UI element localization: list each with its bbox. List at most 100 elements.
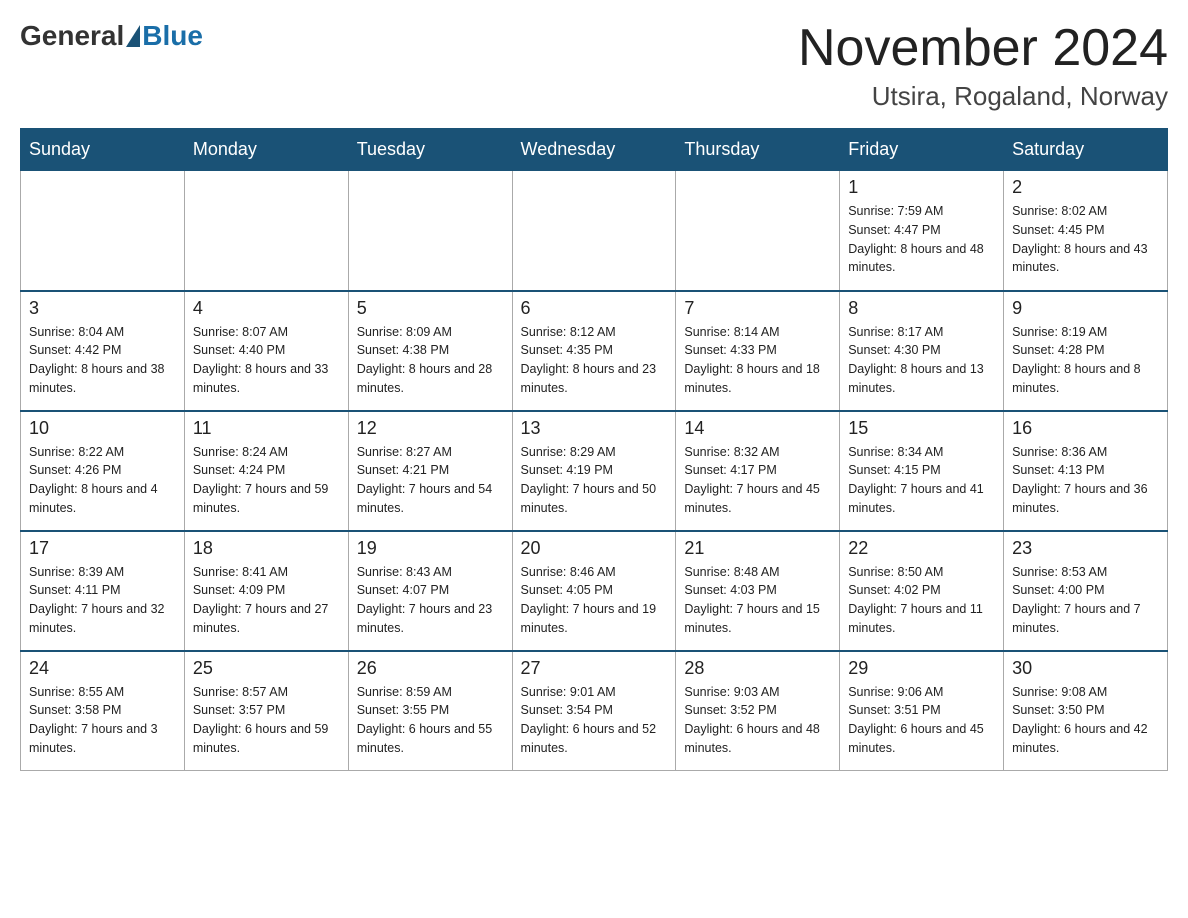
calendar-table: SundayMondayTuesdayWednesdayThursdayFrid…	[20, 128, 1168, 771]
day-number: 6	[521, 298, 668, 319]
day-info: Sunrise: 8:14 AMSunset: 4:33 PMDaylight:…	[684, 323, 831, 398]
day-cell: 2 Sunrise: 8:02 AMSunset: 4:45 PMDaylight…	[1004, 171, 1168, 291]
day-number: 1	[848, 177, 995, 198]
day-info: Sunrise: 8:41 AMSunset: 4:09 PMDaylight:…	[193, 563, 340, 638]
day-cell: 6 Sunrise: 8:12 AMSunset: 4:35 PMDaylight…	[512, 291, 676, 411]
day-number: 5	[357, 298, 504, 319]
day-info: Sunrise: 8:17 AMSunset: 4:30 PMDaylight:…	[848, 323, 995, 398]
day-cell: 11 Sunrise: 8:24 AMSunset: 4:24 PMDayligh…	[184, 411, 348, 531]
day-cell: 25Sunrise: 8:57 AMSunset: 3:57 PMDayligh…	[184, 651, 348, 771]
logo: General Blue	[20, 20, 203, 52]
day-number: 19	[357, 538, 504, 559]
day-number: 4	[193, 298, 340, 319]
day-cell: 23 Sunrise: 8:53 AMSunset: 4:00 PMDayligh…	[1004, 531, 1168, 651]
header-cell-monday: Monday	[184, 129, 348, 171]
day-number: 24	[29, 658, 176, 679]
logo-area: General Blue	[20, 20, 203, 52]
day-info: Sunrise: 8:07 AMSunset: 4:40 PMDaylight:…	[193, 323, 340, 398]
header-cell-wednesday: Wednesday	[512, 129, 676, 171]
day-cell: 12 Sunrise: 8:27 AMSunset: 4:21 PMDayligh…	[348, 411, 512, 531]
logo-blue-text: Blue	[142, 20, 203, 52]
day-cell: 10Sunrise: 8:22 AMSunset: 4:26 PMDayligh…	[21, 411, 185, 531]
week-row-1: 1 Sunrise: 7:59 AMSunset: 4:47 PMDaylight…	[21, 171, 1168, 291]
day-cell	[676, 171, 840, 291]
week-row-3: 10Sunrise: 8:22 AMSunset: 4:26 PMDayligh…	[21, 411, 1168, 531]
page-header: General Blue November 2024 Utsira, Rogal…	[20, 20, 1168, 112]
header-cell-friday: Friday	[840, 129, 1004, 171]
logo-general-text: General	[20, 20, 124, 52]
day-info: Sunrise: 7:59 AMSunset: 4:47 PMDaylight:…	[848, 202, 995, 277]
day-number: 10	[29, 418, 176, 439]
header-cell-tuesday: Tuesday	[348, 129, 512, 171]
day-number: 26	[357, 658, 504, 679]
day-number: 2	[1012, 177, 1159, 198]
day-info: Sunrise: 8:53 AMSunset: 4:00 PMDaylight:…	[1012, 563, 1159, 638]
day-cell: 9 Sunrise: 8:19 AMSunset: 4:28 PMDaylight…	[1004, 291, 1168, 411]
header-cell-sunday: Sunday	[21, 129, 185, 171]
day-info: Sunrise: 8:43 AMSunset: 4:07 PMDaylight:…	[357, 563, 504, 638]
month-title: November 2024	[798, 20, 1168, 77]
day-cell: 26 Sunrise: 8:59 AMSunset: 3:55 PMDayligh…	[348, 651, 512, 771]
day-number: 9	[1012, 298, 1159, 319]
day-info: Sunrise: 8:46 AMSunset: 4:05 PMDaylight:…	[521, 563, 668, 638]
header-row: SundayMondayTuesdayWednesdayThursdayFrid…	[21, 129, 1168, 171]
day-cell: 29 Sunrise: 9:06 AMSunset: 3:51 PMDayligh…	[840, 651, 1004, 771]
header-cell-thursday: Thursday	[676, 129, 840, 171]
title-area: November 2024 Utsira, Rogaland, Norway	[798, 20, 1168, 112]
day-number: 14	[684, 418, 831, 439]
day-cell	[184, 171, 348, 291]
day-number: 3	[29, 298, 176, 319]
week-row-5: 24 Sunrise: 8:55 AMSunset: 3:58 PMDayligh…	[21, 651, 1168, 771]
header-cell-saturday: Saturday	[1004, 129, 1168, 171]
day-info: Sunrise: 8:59 AMSunset: 3:55 PMDaylight:…	[357, 683, 504, 758]
day-info: Sunrise: 8:27 AMSunset: 4:21 PMDaylight:…	[357, 443, 504, 518]
day-info: Sunrise: 8:34 AMSunset: 4:15 PMDaylight:…	[848, 443, 995, 518]
logo-triangle-icon	[126, 25, 140, 47]
day-info: Sunrise: 8:24 AMSunset: 4:24 PMDaylight:…	[193, 443, 340, 518]
day-info: Sunrise: 8:55 AMSunset: 3:58 PMDaylight:…	[29, 683, 176, 758]
day-number: 28	[684, 658, 831, 679]
day-cell: 16Sunrise: 8:36 AMSunset: 4:13 PMDayligh…	[1004, 411, 1168, 531]
day-cell: 3 Sunrise: 8:04 AMSunset: 4:42 PMDaylight…	[21, 291, 185, 411]
day-number: 23	[1012, 538, 1159, 559]
day-number: 7	[684, 298, 831, 319]
day-cell	[21, 171, 185, 291]
day-cell: 19 Sunrise: 8:43 AMSunset: 4:07 PMDayligh…	[348, 531, 512, 651]
day-cell: 30Sunrise: 9:08 AMSunset: 3:50 PMDayligh…	[1004, 651, 1168, 771]
day-number: 30	[1012, 658, 1159, 679]
day-cell	[512, 171, 676, 291]
day-number: 12	[357, 418, 504, 439]
day-info: Sunrise: 8:02 AMSunset: 4:45 PMDaylight:…	[1012, 202, 1159, 277]
day-cell	[348, 171, 512, 291]
calendar-header: SundayMondayTuesdayWednesdayThursdayFrid…	[21, 129, 1168, 171]
day-info: Sunrise: 9:06 AMSunset: 3:51 PMDaylight:…	[848, 683, 995, 758]
day-info: Sunrise: 8:39 AMSunset: 4:11 PMDaylight:…	[29, 563, 176, 638]
day-info: Sunrise: 9:03 AMSunset: 3:52 PMDaylight:…	[684, 683, 831, 758]
location-subtitle: Utsira, Rogaland, Norway	[798, 81, 1168, 112]
day-cell: 24 Sunrise: 8:55 AMSunset: 3:58 PMDayligh…	[21, 651, 185, 771]
day-info: Sunrise: 8:48 AMSunset: 4:03 PMDaylight:…	[684, 563, 831, 638]
day-number: 8	[848, 298, 995, 319]
day-number: 15	[848, 418, 995, 439]
day-number: 29	[848, 658, 995, 679]
day-number: 16	[1012, 418, 1159, 439]
day-info: Sunrise: 8:50 AMSunset: 4:02 PMDaylight:…	[848, 563, 995, 638]
day-info: Sunrise: 8:12 AMSunset: 4:35 PMDaylight:…	[521, 323, 668, 398]
day-number: 21	[684, 538, 831, 559]
day-info: Sunrise: 9:01 AMSunset: 3:54 PMDaylight:…	[521, 683, 668, 758]
day-number: 11	[193, 418, 340, 439]
day-number: 22	[848, 538, 995, 559]
week-row-4: 17 Sunrise: 8:39 AMSunset: 4:11 PMDayligh…	[21, 531, 1168, 651]
day-info: Sunrise: 8:19 AMSunset: 4:28 PMDaylight:…	[1012, 323, 1159, 398]
day-info: Sunrise: 8:04 AMSunset: 4:42 PMDaylight:…	[29, 323, 176, 398]
day-info: Sunrise: 8:57 AMSunset: 3:57 PMDaylight:…	[193, 683, 340, 758]
day-cell: 8 Sunrise: 8:17 AMSunset: 4:30 PMDaylight…	[840, 291, 1004, 411]
day-number: 27	[521, 658, 668, 679]
day-number: 20	[521, 538, 668, 559]
day-info: Sunrise: 8:32 AMSunset: 4:17 PMDaylight:…	[684, 443, 831, 518]
day-number: 17	[29, 538, 176, 559]
week-row-2: 3 Sunrise: 8:04 AMSunset: 4:42 PMDaylight…	[21, 291, 1168, 411]
day-info: Sunrise: 8:29 AMSunset: 4:19 PMDaylight:…	[521, 443, 668, 518]
day-cell: 15 Sunrise: 8:34 AMSunset: 4:15 PMDayligh…	[840, 411, 1004, 531]
day-cell: 7 Sunrise: 8:14 AMSunset: 4:33 PMDaylight…	[676, 291, 840, 411]
